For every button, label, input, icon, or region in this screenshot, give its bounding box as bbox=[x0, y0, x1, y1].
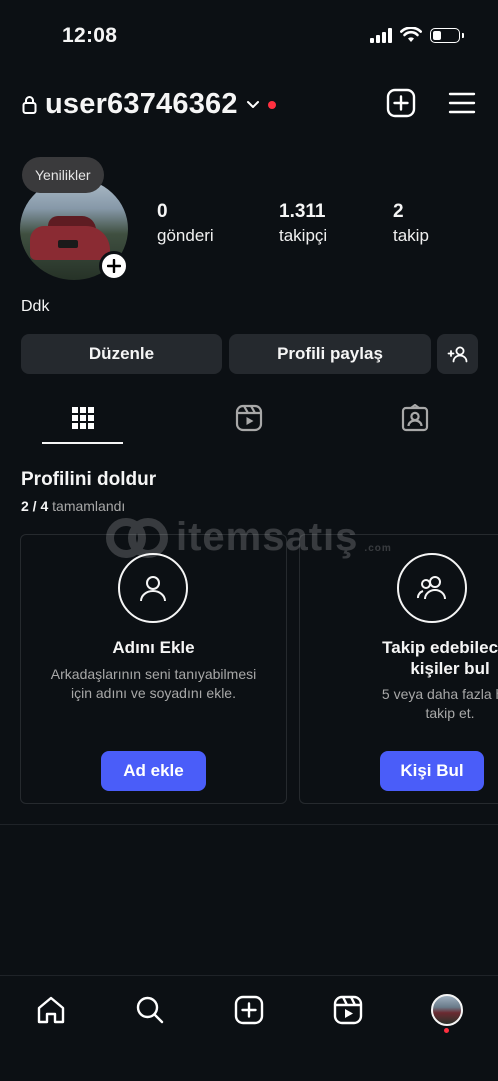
wifi-icon bbox=[400, 27, 422, 42]
home-icon bbox=[37, 996, 65, 1024]
stat-label: takip bbox=[393, 226, 429, 245]
progress-count: 2 / 4 bbox=[21, 498, 49, 514]
card-title-line: kişiler bul bbox=[410, 659, 490, 678]
card-title: Adını Ekle bbox=[112, 638, 195, 657]
battery-icon bbox=[430, 27, 464, 43]
create-icon bbox=[234, 995, 264, 1025]
watermark-text: itemsatış bbox=[176, 515, 359, 559]
stat-label: takipçi bbox=[279, 226, 328, 245]
card-desc-line: Arkadaşlarının seni tanıyabilmesi bbox=[50, 666, 257, 682]
card-desc-line: takip et. bbox=[425, 705, 475, 721]
nav-search[interactable] bbox=[130, 990, 170, 1030]
notification-dot bbox=[267, 100, 276, 109]
grid-icon bbox=[72, 407, 94, 429]
section-divider bbox=[0, 824, 498, 825]
watermark: itemsatış .com bbox=[104, 515, 392, 560]
section-title: Profilini doldur bbox=[21, 469, 157, 490]
card-description: Arkadaşlarının seni tanıyabilmesi için a… bbox=[29, 665, 278, 703]
card-find-people: Takip edebileceğ kişiler bul 5 veya daha… bbox=[299, 534, 498, 804]
search-icon bbox=[136, 996, 164, 1024]
lock-icon bbox=[22, 96, 37, 114]
stat-following[interactable]: 2 takip bbox=[393, 201, 429, 246]
card-description: 5 veya daha fazla hes takip et. bbox=[320, 685, 498, 723]
stat-value: 1.311 bbox=[279, 201, 326, 222]
watermark-logo bbox=[106, 517, 168, 558]
tagged-icon bbox=[401, 404, 429, 432]
progress-text: 2 / 4 tamamlandı bbox=[21, 498, 125, 514]
username: user63746362 bbox=[45, 88, 238, 120]
card-desc-line: 5 veya daha fazla hes bbox=[381, 686, 498, 702]
stat-posts[interactable]: 0 gönderi bbox=[157, 201, 214, 246]
status-time: 12:08 bbox=[62, 24, 118, 47]
stat-followers[interactable]: 1.311 takipçi bbox=[279, 201, 327, 246]
card-title: Takip edebileceğ kişiler bul bbox=[320, 637, 498, 679]
card-title-line: Takip edebileceğ bbox=[382, 638, 498, 657]
edit-profile-button[interactable]: Düzenle bbox=[21, 334, 222, 374]
add-story-button[interactable] bbox=[99, 251, 129, 281]
plus-icon bbox=[107, 259, 121, 273]
avatar bbox=[431, 994, 463, 1026]
share-profile-button[interactable]: Profili paylaş bbox=[229, 334, 431, 374]
stat-value: 2 bbox=[393, 201, 404, 222]
status-icons bbox=[370, 27, 464, 43]
people-icon bbox=[397, 553, 467, 623]
menu-icon[interactable] bbox=[448, 91, 476, 115]
notes-bubble[interactable]: Yenilikler bbox=[22, 157, 104, 193]
card-desc-line: için adını ve soyadını ekle. bbox=[71, 685, 236, 701]
nav-home[interactable] bbox=[31, 990, 71, 1030]
add-people-icon bbox=[447, 346, 467, 363]
tab-posts-grid[interactable] bbox=[53, 400, 113, 436]
create-post-icon[interactable] bbox=[386, 88, 416, 118]
discover-people-button[interactable] bbox=[437, 334, 478, 374]
signal-icon bbox=[370, 27, 392, 43]
nav-profile[interactable] bbox=[427, 990, 467, 1033]
stat-label: gönderi bbox=[157, 226, 214, 245]
stat-value: 0 bbox=[157, 201, 168, 222]
progress-label: tamamlandı bbox=[52, 498, 126, 514]
reels-icon bbox=[235, 404, 263, 432]
active-tab-indicator bbox=[42, 442, 123, 444]
nav-create[interactable] bbox=[229, 990, 269, 1030]
user-icon bbox=[118, 553, 188, 623]
account-switcher[interactable]: user63746362 bbox=[22, 88, 276, 121]
notification-dot bbox=[444, 1028, 449, 1033]
watermark-sub: .com bbox=[364, 543, 392, 554]
bottom-nav bbox=[0, 975, 498, 1081]
header-actions bbox=[386, 88, 476, 118]
tab-tagged[interactable] bbox=[385, 400, 445, 436]
bio: Ddk bbox=[21, 298, 50, 315]
add-name-button[interactable]: Ad ekle bbox=[101, 751, 206, 791]
chevron-down-icon bbox=[246, 100, 259, 108]
reels-nav-icon bbox=[333, 995, 363, 1025]
card-add-name: Adını Ekle Arkadaşlarının seni tanıyabil… bbox=[20, 534, 287, 804]
find-people-button[interactable]: Kişi Bul bbox=[380, 751, 484, 791]
nav-reels[interactable] bbox=[328, 990, 368, 1030]
tab-reels[interactable] bbox=[219, 400, 279, 436]
